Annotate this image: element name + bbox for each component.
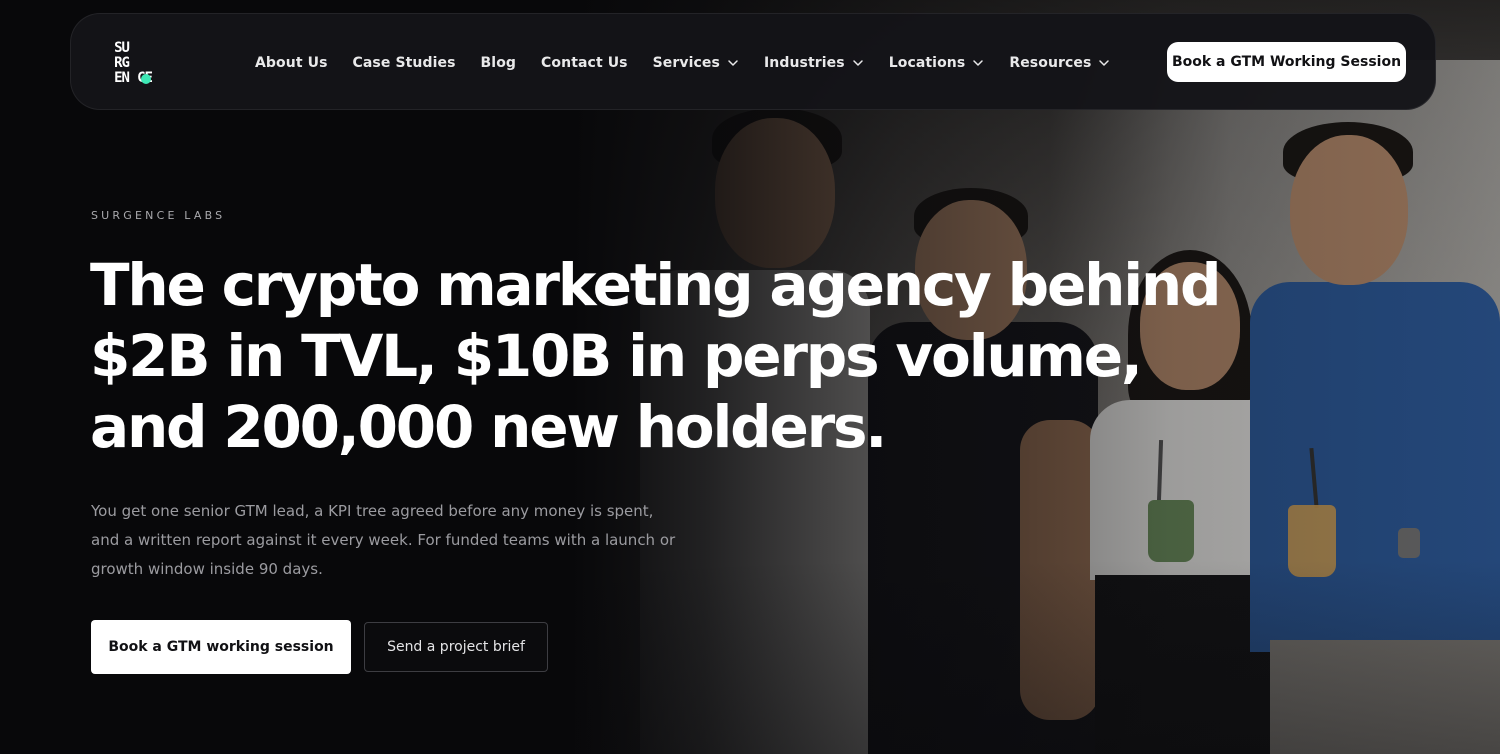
chevron-down-icon [852, 59, 863, 66]
hero-headline: The crypto marketing agency behind $2B i… [90, 250, 1330, 463]
nav-label: Resources [1009, 54, 1092, 71]
logo-letters: RG [114, 55, 130, 71]
logo-letters [134, 41, 155, 55]
headline-line-1: The crypto marketing agency behind [90, 251, 1221, 319]
top-navbar: SU RG EN CE About Us Case Studies Blog C… [70, 13, 1436, 110]
headline-line-2: $2B in TVL, $10B in perps volume, [90, 322, 1143, 390]
nav-label: Contact Us [541, 54, 628, 71]
logo-accent-dot [141, 74, 151, 84]
nav-resources-dropdown[interactable]: Resources [1009, 55, 1110, 71]
book-gtm-session-button[interactable]: Book a GTM working session [91, 620, 351, 674]
nav-label: About Us [255, 54, 328, 71]
nav-label: Services [652, 54, 720, 71]
nav-case-studies[interactable]: Case Studies [353, 55, 456, 71]
page: SU RG EN CE About Us Case Studies Blog C… [0, 0, 1500, 754]
nav-about-us[interactable]: About Us [255, 55, 328, 71]
logo-letters: SU [114, 40, 130, 56]
headline-line-3: and 200,000 new holders. [90, 393, 887, 461]
chevron-down-icon [973, 59, 984, 66]
logo-letters: EN [114, 70, 130, 86]
chevron-down-icon [1099, 59, 1110, 66]
chevron-down-icon [728, 59, 738, 66]
nav-links: About Us Case Studies Blog Contact Us Se… [255, 14, 1135, 111]
book-gtm-session-nav-button[interactable]: Book a GTM Working Session [1167, 42, 1406, 82]
logo-letters [134, 56, 155, 70]
hero-eyebrow: SURGENCE LABS [91, 209, 226, 222]
send-project-brief-button[interactable]: Send a project brief [364, 622, 548, 672]
nav-services-dropdown[interactable]: Services [653, 55, 739, 71]
nav-blog[interactable]: Blog [481, 55, 517, 71]
nav-locations-dropdown[interactable]: Locations [889, 55, 985, 71]
nav-label: Locations [888, 54, 966, 71]
nav-contact-us[interactable]: Contact Us [541, 55, 628, 71]
nav-label: Blog [480, 54, 517, 71]
hero-subtext: You get one senior GTM lead, a KPI tree … [91, 502, 676, 578]
nav-label: Case Studies [352, 54, 456, 71]
nav-industries-dropdown[interactable]: Industries [764, 55, 864, 71]
nav-label: Industries [763, 54, 845, 71]
